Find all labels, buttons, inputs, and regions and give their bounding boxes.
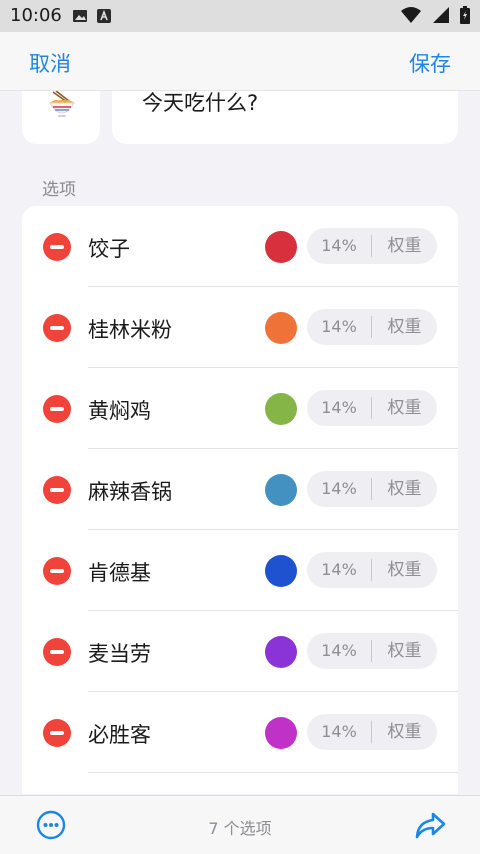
option-weight-input[interactable]: 权重 — [372, 714, 437, 750]
text-a-icon — [97, 9, 111, 23]
option-count-label: 7 个选项 — [208, 819, 272, 838]
option-row: 饺子 14% 权重 — [22, 206, 458, 287]
option-name[interactable]: 饺子 — [88, 233, 130, 263]
option-row: 必胜客 14% 权重 — [22, 692, 458, 773]
remove-option-button[interactable] — [43, 719, 71, 747]
option-color-swatch[interactable] — [265, 474, 297, 506]
option-probability-pill: 14% 权重 — [307, 633, 437, 669]
option-row: 麻辣香锅 14% 权重 — [22, 449, 458, 530]
save-button[interactable]: 保存 — [409, 48, 451, 78]
option-percent: 14% — [321, 317, 357, 336]
option-percent: 14% — [321, 560, 357, 579]
option-weight-input[interactable]: 权重 — [372, 390, 437, 426]
option-name[interactable]: 麦当劳 — [88, 638, 151, 668]
emoji-picker[interactable] — [22, 91, 100, 144]
option-weight-input[interactable]: 权重 — [372, 552, 437, 588]
wheel-title: 今天吃什么? — [142, 91, 259, 115]
option-probability-pill: 14% 权重 — [307, 714, 437, 750]
option-row: 肯德基 14% 权重 — [22, 530, 458, 611]
option-weight-input[interactable]: 权重 — [372, 471, 437, 507]
option-color-swatch[interactable] — [265, 312, 297, 344]
cancel-button[interactable]: 取消 — [29, 48, 71, 78]
image-icon — [73, 10, 87, 22]
option-name[interactable]: 肯德基 — [88, 557, 151, 587]
option-name[interactable]: 麻辣香锅 — [88, 476, 172, 506]
option-probability-pill: 14% 权重 — [307, 471, 437, 507]
option-row: 桂林米粉 14% 权重 — [22, 287, 458, 368]
status-bar: 10:06 — [0, 0, 480, 32]
option-color-swatch[interactable] — [265, 717, 297, 749]
option-color-swatch[interactable] — [265, 555, 297, 587]
wheel-title-field[interactable]: 今天吃什么? — [112, 91, 458, 144]
option-percent: 14% — [321, 641, 357, 660]
bottom-toolbar: 7 个选项 — [0, 795, 480, 854]
option-color-swatch[interactable] — [265, 636, 297, 668]
status-time: 10:06 — [10, 5, 62, 26]
signal-icon — [433, 7, 449, 23]
remove-option-button[interactable] — [43, 557, 71, 585]
option-percent: 14% — [321, 398, 357, 417]
option-color-swatch[interactable] — [265, 231, 297, 263]
add-option-row[interactable] — [22, 773, 458, 794]
option-name[interactable]: 桂林米粉 — [88, 314, 172, 344]
option-probability-pill: 14% 权重 — [307, 552, 437, 588]
remove-option-button[interactable] — [43, 233, 71, 261]
remove-option-button[interactable] — [43, 476, 71, 504]
remove-option-button[interactable] — [43, 314, 71, 342]
option-probability-pill: 14% 权重 — [307, 309, 437, 345]
option-probability-pill: 14% 权重 — [307, 228, 437, 264]
option-probability-pill: 14% 权重 — [307, 390, 437, 426]
battery-icon — [460, 6, 470, 24]
option-weight-input[interactable]: 权重 — [372, 633, 437, 669]
wheel-header: 今天吃什么? — [22, 91, 458, 144]
options-scroll-view[interactable]: 今天吃什么? 选项 饺子 14% 权重 桂林米粉 14% 权重 黄焖鸡 14% … — [0, 91, 480, 794]
options-list: 饺子 14% 权重 桂林米粉 14% 权重 黄焖鸡 14% 权重 麻辣香锅 14… — [22, 206, 458, 794]
option-color-swatch[interactable] — [265, 393, 297, 425]
noodle-bowl-icon — [49, 91, 75, 117]
remove-option-button[interactable] — [43, 395, 71, 423]
option-weight-input[interactable]: 权重 — [372, 228, 437, 264]
wifi-icon — [401, 7, 421, 23]
option-row: 黄焖鸡 14% 权重 — [22, 368, 458, 449]
options-section-label: 选项 — [42, 180, 76, 200]
option-percent: 14% — [321, 479, 357, 498]
option-weight-input[interactable]: 权重 — [372, 309, 437, 345]
option-name[interactable]: 黄焖鸡 — [88, 395, 151, 425]
nav-bar: 取消 保存 — [0, 32, 480, 91]
option-percent: 14% — [321, 722, 357, 741]
option-percent: 14% — [321, 236, 357, 255]
option-row: 麦当劳 14% 权重 — [22, 611, 458, 692]
option-name[interactable]: 必胜客 — [88, 719, 151, 749]
remove-option-button[interactable] — [43, 638, 71, 666]
share-arrow-icon[interactable] — [414, 810, 446, 840]
